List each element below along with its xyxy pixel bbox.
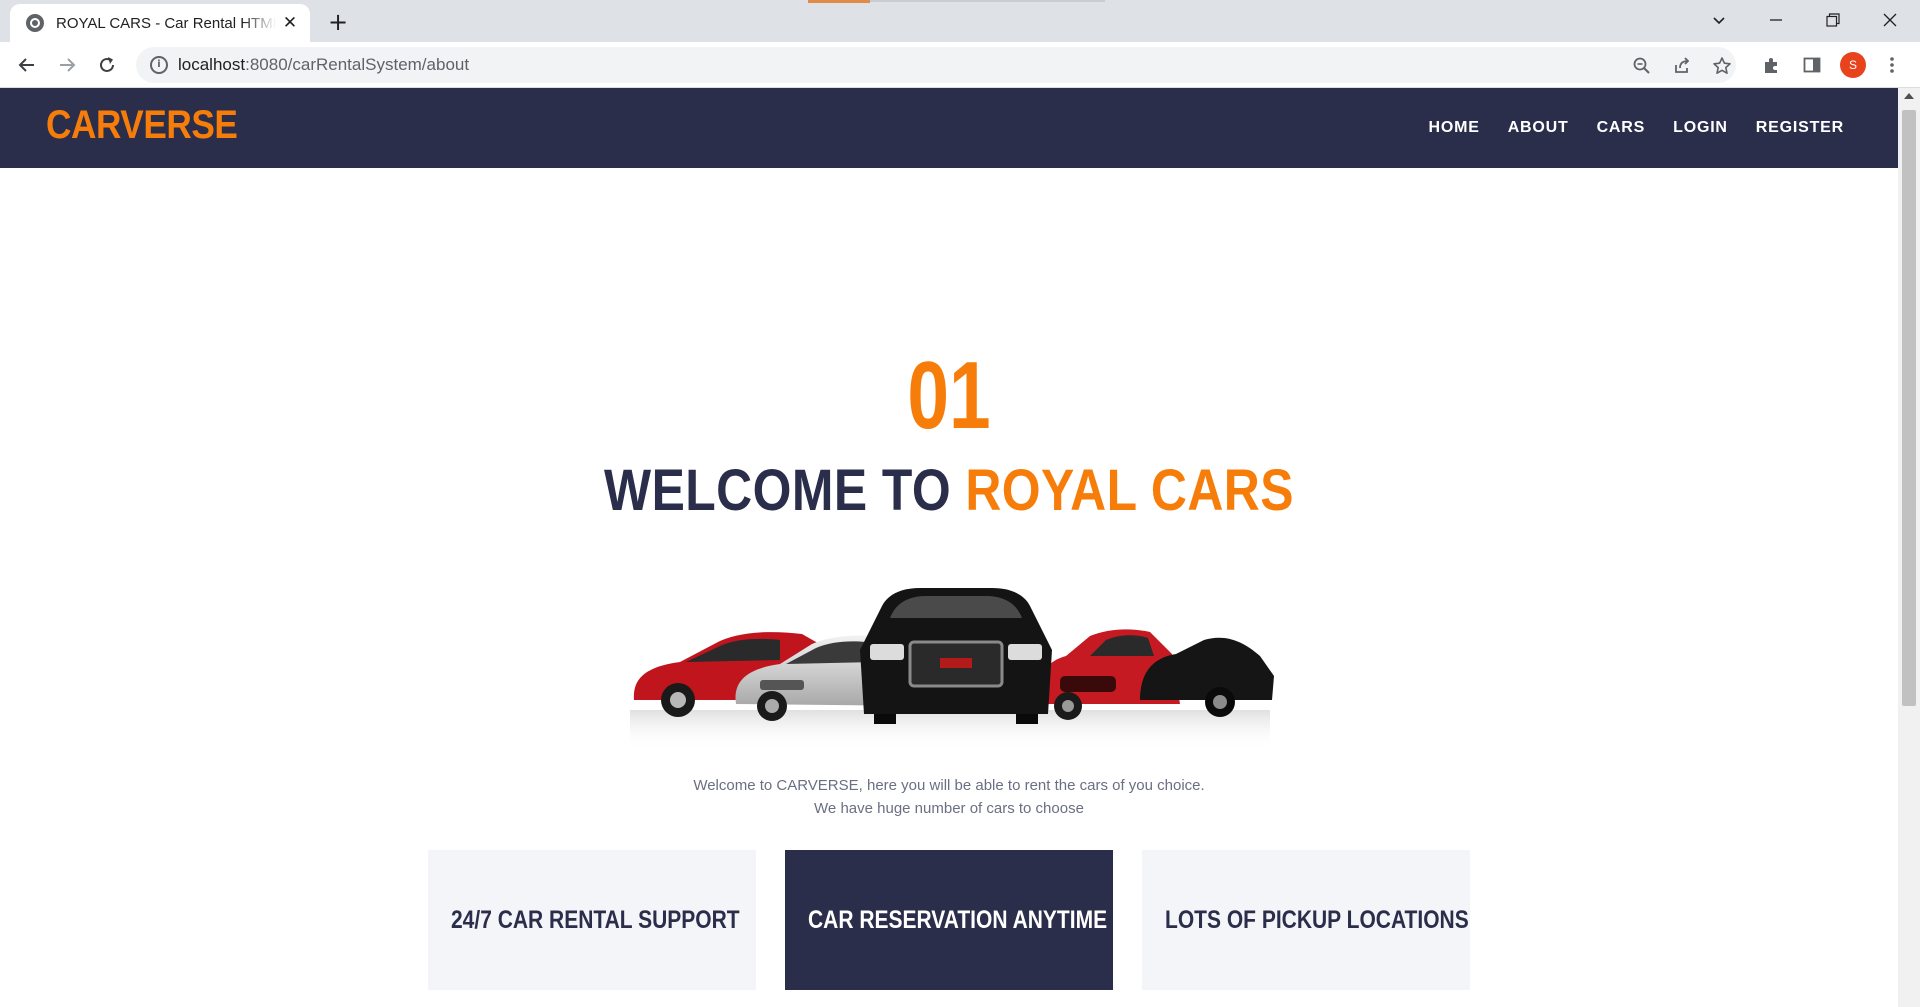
feature-title: LOTS OF PICKUP LOCATIONS (1165, 905, 1469, 934)
site-info-icon[interactable]: i (150, 56, 168, 74)
back-arrow-icon[interactable] (12, 50, 42, 80)
globe-icon (26, 14, 44, 32)
about-description-line-2: We have huge number of cars to choose (814, 800, 1084, 817)
browser-tab[interactable]: ROYAL CARS - Car Rental HTML Template ✕ (10, 4, 310, 42)
nav-cars[interactable]: CARS (1583, 119, 1660, 137)
tab-search-icon[interactable] (1696, 4, 1742, 36)
menu-kebab-icon[interactable] (1880, 53, 1904, 77)
main-menu: HOME ABOUT CARS LOGIN REGISTER (1414, 88, 1858, 168)
nav-login[interactable]: LOGIN (1659, 119, 1742, 137)
welcome-heading: WELCOME TO ROYAL CARS (604, 458, 1294, 523)
extensions-icon[interactable] (1760, 53, 1784, 77)
restore-icon[interactable] (1810, 4, 1856, 36)
features-row: 24/7 CAR RENTAL SUPPORT CAR RESERVATION … (428, 850, 1470, 990)
site-navbar: CARVERSE HOME ABOUT CARS LOGIN REGISTER (0, 88, 1898, 168)
zoom-icon[interactable] (1630, 54, 1654, 78)
page-scrollbar[interactable] (1898, 88, 1920, 1007)
reload-icon[interactable] (92, 50, 122, 80)
nav-about[interactable]: ABOUT (1494, 119, 1583, 137)
feature-card-support: 24/7 CAR RENTAL SUPPORT (428, 850, 756, 990)
section-number: 01 (907, 342, 991, 449)
feature-title: CAR RESERVATION ANYTIME (808, 905, 1108, 934)
forward-arrow-icon[interactable] (52, 50, 82, 80)
profile-avatar[interactable]: S (1840, 52, 1866, 78)
cars-lineup-image (630, 588, 1274, 750)
feature-title: 24/7 CAR RENTAL SUPPORT (451, 905, 740, 934)
about-section: 01 WELCOME TO ROYAL CARS Welcome to CARV… (0, 168, 1898, 1007)
close-tab-icon[interactable]: ✕ (280, 13, 300, 33)
page-viewport: CARVERSE HOME ABOUT CARS LOGIN REGISTER … (0, 88, 1920, 1007)
side-panel-icon[interactable] (1800, 53, 1824, 77)
nav-register[interactable]: REGISTER (1742, 119, 1858, 137)
url-text: localhost:8080/carRentalSystem/about (178, 55, 470, 74)
feature-card-reservation: CAR RESERVATION ANYTIME (785, 850, 1113, 990)
browser-toolbar: i localhost:8080/carRentalSystem/about S (0, 42, 1920, 88)
brand-logo[interactable]: CARVERSE (46, 103, 238, 148)
about-description: Welcome to CARVERSE, here you will be ab… (0, 774, 1898, 820)
tab-title: ROYAL CARS - Car Rental HTML Template (56, 14, 276, 32)
loading-indicator (808, 0, 870, 3)
nav-home[interactable]: HOME (1414, 119, 1493, 137)
scrollbar-thumb[interactable] (1902, 110, 1916, 706)
loading-track (870, 0, 1105, 2)
close-window-icon[interactable] (1867, 4, 1913, 36)
feature-card-locations: LOTS OF PICKUP LOCATIONS (1142, 850, 1470, 990)
share-icon[interactable] (1670, 54, 1694, 78)
address-bar[interactable]: i localhost:8080/carRentalSystem/about (136, 47, 1736, 83)
browser-tab-strip: ROYAL CARS - Car Rental HTML Template ✕ … (0, 0, 1920, 42)
new-tab-button[interactable]: + (324, 8, 352, 36)
about-description-line-1: Welcome to CARVERSE, here you will be ab… (693, 777, 1205, 794)
bookmark-star-icon[interactable] (1710, 54, 1734, 78)
minimize-icon[interactable] (1753, 4, 1799, 36)
scroll-up-arrow-icon[interactable] (1904, 93, 1914, 99)
